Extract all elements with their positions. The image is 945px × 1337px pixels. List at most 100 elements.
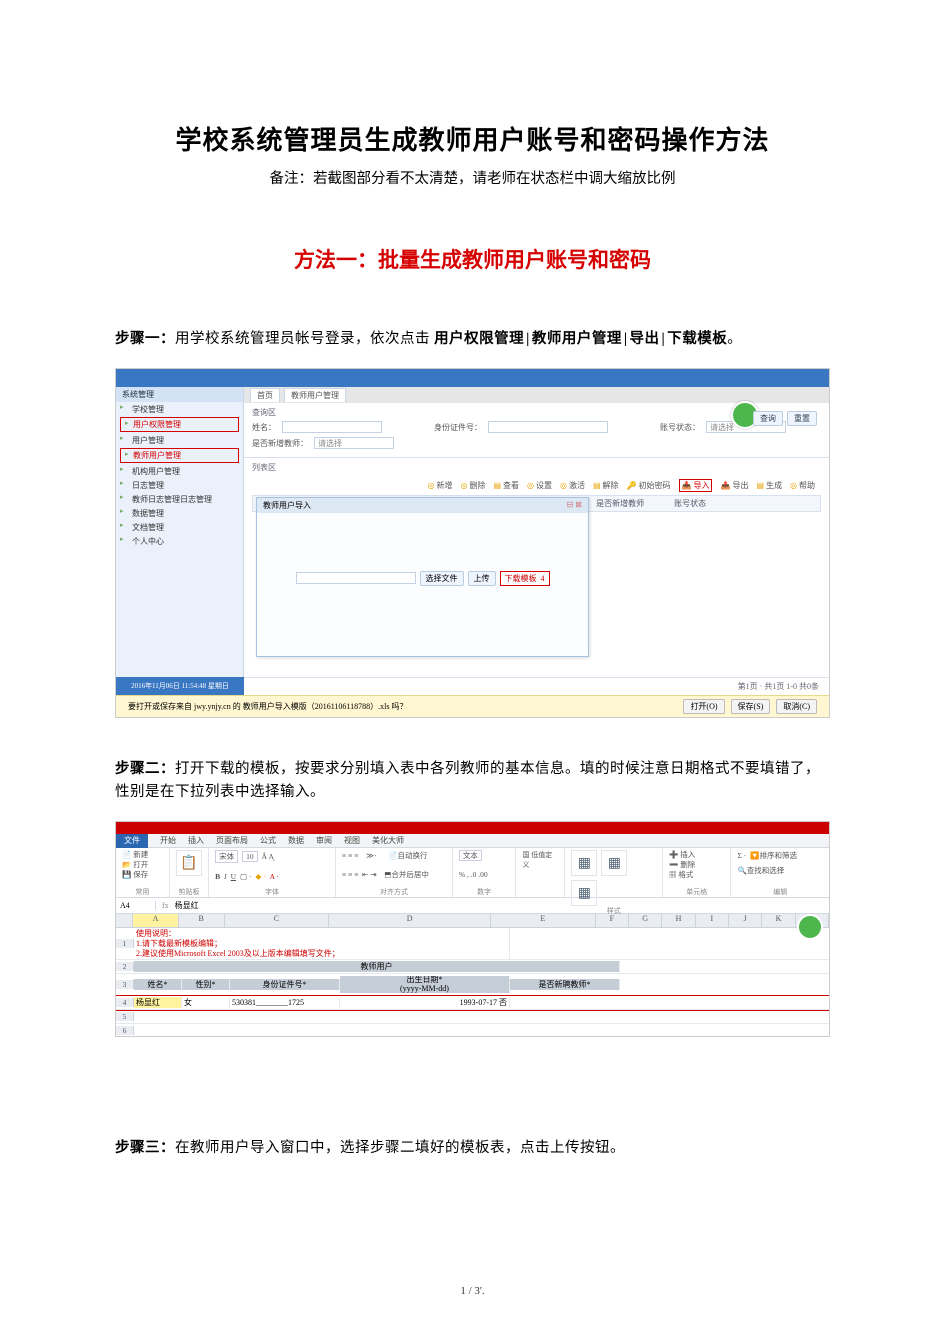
col-j[interactable]: J [729, 914, 762, 927]
sort-filter-button[interactable]: 🔽排序和筛选 [750, 850, 797, 861]
merge-button[interactable]: ⬒合并后居中 [384, 869, 429, 880]
tb-import[interactable]: 📥导入 [679, 479, 713, 492]
paste-button[interactable]: 📋 [176, 850, 202, 876]
sidebar-item-users[interactable]: 用户管理 [116, 433, 243, 447]
excel-tab-beautify[interactable]: 美化大师 [372, 835, 404, 846]
formula-bar[interactable]: 杨显红 [175, 900, 199, 911]
quick-new[interactable]: 📄 新建 [122, 850, 163, 860]
italic-button[interactable]: I [224, 872, 227, 881]
hdr-name: 姓名* [134, 979, 182, 990]
underline-button[interactable]: U [231, 872, 236, 881]
sidebar-item-teacher-user[interactable]: 教师用户管理 [120, 448, 239, 463]
list-area-label: 列表区 [252, 462, 821, 473]
tip-1: 1.请下载最新模板编辑； [136, 939, 507, 949]
wrap-button[interactable]: 📄自动换行 [388, 850, 427, 861]
sidebar-item-personal[interactable]: 个人中心 [116, 534, 243, 548]
tb-set[interactable]: ◎设置 [527, 479, 552, 492]
col-h[interactable]: H [662, 914, 695, 927]
col-d[interactable]: D [329, 914, 491, 927]
font-size[interactable]: 10 [242, 851, 258, 862]
sidebar-item-doc[interactable]: 文档管理 [116, 520, 243, 534]
download-template-button[interactable]: 下载模板 4 [500, 571, 550, 586]
tab-home[interactable]: 首页 [250, 388, 280, 402]
cell-a4[interactable]: 杨显红 [134, 997, 182, 1008]
excel-tab-review[interactable]: 审阅 [316, 835, 332, 846]
cell-format[interactable]: ▦ 格式 [669, 870, 724, 880]
search-button[interactable]: 查询 [753, 411, 783, 426]
open-button[interactable]: 打开(O) [683, 699, 724, 714]
quick-save[interactable]: 💾 保存 [122, 870, 163, 880]
autosum-button[interactable]: Σ · [737, 851, 746, 860]
dialog-title: 教师用户导入 [263, 500, 311, 511]
col-g[interactable]: G [629, 914, 662, 927]
tb-view[interactable]: ▤查看 [493, 479, 519, 492]
dialog-close-icon[interactable]: ⊟ ⊠ [567, 500, 582, 511]
col-f[interactable]: F [596, 914, 629, 927]
input-idno[interactable] [488, 421, 608, 433]
cell-delete[interactable]: ➖ 删除 [669, 860, 724, 870]
excel-tab-data[interactable]: 数据 [288, 835, 304, 846]
cond-fmt-button[interactable]: ▦ [571, 850, 597, 876]
excel-tab-insert[interactable]: 插入 [188, 835, 204, 846]
screenshot-1: 系统管理 学校管理 用户权限管理 用户管理 教师用户管理 机构用户管理 日志管理… [115, 368, 830, 718]
step-2: 步骤二：打开下载的模板，按要求分别填入表中各列教师的基本信息。填的时候注意日期格… [115, 758, 830, 803]
tb-initpwd[interactable]: 🔑初始密码 [627, 479, 671, 492]
file-input[interactable] [296, 572, 416, 584]
find-select-button[interactable]: 🔍查找和选择 [737, 865, 784, 876]
cell-style-button[interactable]: ▦ [571, 880, 597, 906]
tb-activate[interactable]: ◎激活 [560, 479, 585, 492]
col-c[interactable]: C [225, 914, 330, 927]
step-3: 步骤三：在教师用户导入窗口中，选择步骤二填好的模板表，点击上传按钮。 [115, 1137, 830, 1159]
pager: 第1页 · 共1页 1-0 共0条 [244, 677, 829, 695]
sidebar-item-data[interactable]: 数据管理 [116, 506, 243, 520]
col-i[interactable]: I [696, 914, 729, 927]
input-name[interactable] [282, 421, 382, 433]
excel-file-tab[interactable]: 文件 [116, 834, 148, 848]
col-e[interactable]: E [491, 914, 596, 927]
excel-tab-formula[interactable]: 公式 [260, 835, 276, 846]
tb-gen[interactable]: ▤生成 [756, 479, 782, 492]
cell-insert[interactable]: ➕ 插入 [669, 850, 724, 860]
sidebar-item-teacher-log[interactable]: 教师日志管理日志管理 [116, 492, 243, 506]
quick-open[interactable]: 📂 打开 [122, 860, 163, 870]
tb-export[interactable]: 📤导出 [720, 479, 748, 492]
doc-title: 学校系统管理员生成教师用户账号和密码操作方法 [115, 120, 830, 157]
col-k[interactable]: K [762, 914, 795, 927]
fx-icon[interactable]: fx [156, 901, 175, 910]
sidebar-item-user-auth[interactable]: 用户权限管理 [120, 417, 239, 432]
cell-c4[interactable]: 530381________1725 [230, 998, 340, 1007]
tab-teacher-user[interactable]: 教师用户管理 [284, 388, 346, 402]
reset-button[interactable]: 重置 [787, 411, 817, 426]
cancel-button[interactable]: 取消(C) [776, 699, 817, 714]
hdr-idno: 身份证件号* [230, 979, 340, 990]
inline-format[interactable]: 国 低值定义 [522, 850, 558, 870]
upload-button[interactable]: 上传 [468, 571, 496, 586]
label-isnew: 是否新增教师： [252, 438, 308, 449]
number-format[interactable]: 文本 [459, 850, 482, 861]
cell-d4[interactable]: 1993-07-17 否 [340, 997, 510, 1008]
col-b[interactable]: B [179, 914, 225, 927]
tb-new[interactable]: ◎新增 [427, 479, 452, 492]
excel-tab-home[interactable]: 开始 [160, 835, 176, 846]
cell-b4[interactable]: 女 [182, 997, 230, 1008]
sidebar-item-school[interactable]: 学校管理 [116, 402, 243, 416]
save-button[interactable]: 保存(S) [731, 699, 771, 714]
download-bar: 要打开或保存来自 jwy.ynjy.cn 的 教师用户导入模版（20161106… [116, 695, 829, 717]
tb-help[interactable]: ◎帮助 [790, 479, 815, 492]
tb-release[interactable]: ▤解除 [593, 479, 619, 492]
bold-button[interactable]: B [215, 872, 220, 881]
tip-2: 2.建议使用Microsoft Excel 2003及以上版本编辑填写文件； [136, 949, 507, 959]
excel-tab-layout[interactable]: 页面布局 [216, 835, 248, 846]
time-bar: 2016年11月06日 11:54:48 星期日 [116, 677, 244, 695]
font-name[interactable]: 宋体 [215, 850, 238, 863]
tb-del[interactable]: ◎删除 [460, 479, 485, 492]
sidebar-item-log[interactable]: 日志管理 [116, 478, 243, 492]
table-fmt-button[interactable]: ▦ [601, 850, 627, 876]
merged-title: 教师用户 [134, 961, 620, 972]
col-a[interactable]: A [133, 914, 179, 927]
name-box[interactable]: A4 [116, 901, 156, 910]
select-isnew[interactable]: 请选择 [314, 437, 394, 449]
excel-tab-view[interactable]: 视图 [344, 835, 360, 846]
sidebar-item-org-user[interactable]: 机构用户管理 [116, 464, 243, 478]
browse-button[interactable]: 选择文件 [420, 571, 464, 586]
